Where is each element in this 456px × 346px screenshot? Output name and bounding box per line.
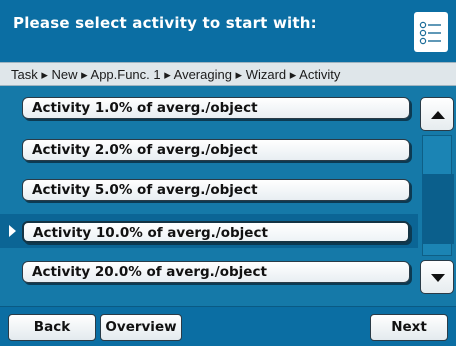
header-bar: Please select activity to start with: (0, 0, 456, 62)
list-item[interactable]: Activity 2.0% of averg./object (0, 132, 418, 166)
activity-button-10[interactable]: Activity 10.0% of averg./object (22, 221, 410, 243)
list-item[interactable]: Activity 1.0% of averg./object (0, 90, 418, 124)
list-item[interactable]: Activity 5.0% of averg./object (0, 172, 418, 206)
scroll-up-button[interactable] (420, 97, 454, 131)
activity-button-5[interactable]: Activity 5.0% of averg./object (22, 179, 410, 201)
overview-button[interactable]: Overview (100, 314, 182, 341)
activity-label: Activity 10.0% of averg./object (33, 225, 268, 241)
list-item[interactable]: Activity 20.0% of averg./object (0, 254, 418, 288)
back-button[interactable]: Back (8, 314, 96, 341)
activity-button-2[interactable]: Activity 2.0% of averg./object (22, 139, 410, 161)
activity-label: Activity 2.0% of averg./object (32, 142, 258, 158)
scroll-down-button[interactable] (420, 260, 454, 294)
scrollbar[interactable] (420, 97, 454, 294)
breadcrumb-text: Task ▸ New ▸ App.Func. 1 ▸ Averaging ▸ W… (11, 67, 341, 82)
breadcrumb: Task ▸ New ▸ App.Func. 1 ▸ Averaging ▸ W… (0, 62, 456, 86)
activity-list: Activity 1.0% of averg./object Activity … (0, 90, 418, 302)
list-menu-icon (419, 21, 441, 45)
activity-label: Activity 1.0% of averg./object (32, 100, 258, 116)
screen: Please select activity to start with: Ta… (0, 0, 456, 346)
arrow-up-icon (431, 111, 445, 119)
menu-button[interactable] (414, 12, 448, 52)
page-title: Please select activity to start with: (13, 14, 317, 32)
next-button[interactable]: Next (370, 314, 448, 341)
arrow-down-icon (431, 274, 445, 282)
selection-arrow-icon (9, 225, 16, 237)
scroll-thumb[interactable] (422, 174, 454, 244)
activity-button-20[interactable]: Activity 20.0% of averg./object (22, 261, 410, 283)
footer-bar: Back Overview Next (0, 306, 456, 346)
activity-button-1[interactable]: Activity 1.0% of averg./object (22, 97, 410, 119)
activity-label: Activity 20.0% of averg./object (32, 264, 267, 280)
activity-label: Activity 5.0% of averg./object (32, 182, 258, 198)
list-item-selected[interactable]: Activity 10.0% of averg./object (0, 214, 418, 248)
